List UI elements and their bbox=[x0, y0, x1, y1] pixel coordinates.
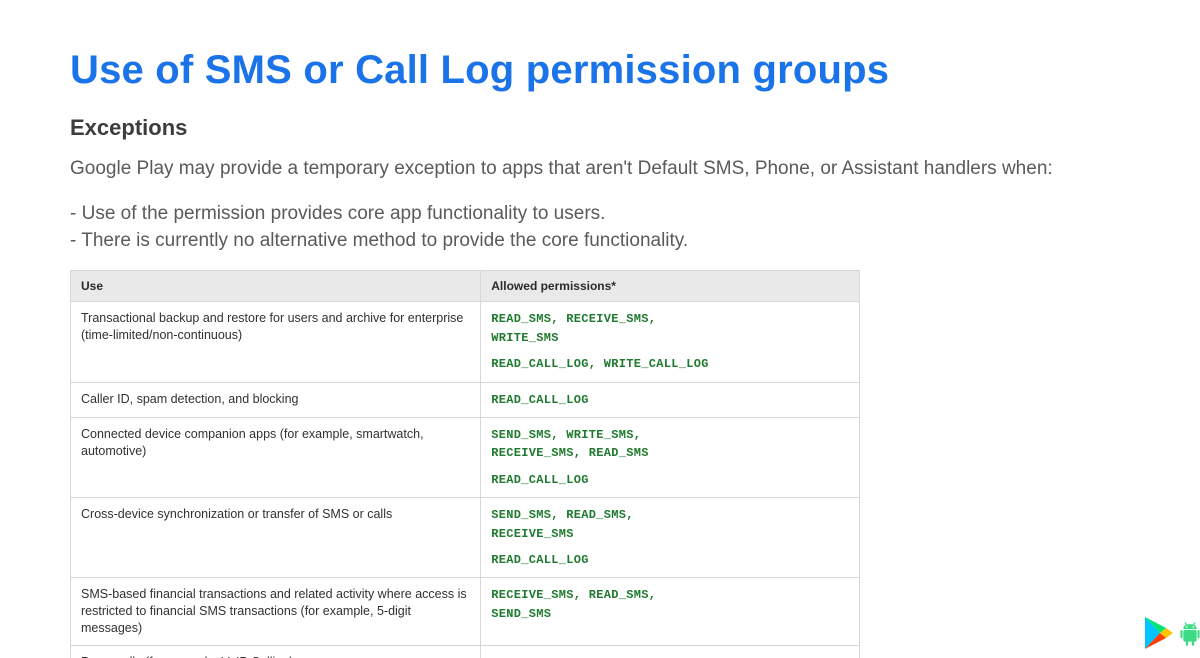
perm-cell: READ_CALL_LOG, WRITE_CALL_LOG,PROCESS_OU… bbox=[481, 646, 860, 658]
perm-cell: SEND_SMS, WRITE_SMS,RECEIVE_SMS, READ_SM… bbox=[481, 418, 860, 498]
permission-code: READ_SMS, RECEIVE_SMS,WRITE_SMS bbox=[491, 312, 656, 344]
use-cell: Transactional backup and restore for use… bbox=[71, 302, 481, 382]
corner-logos bbox=[1144, 616, 1200, 650]
table-row: Caller ID, spam detection, and blocking R… bbox=[71, 382, 860, 417]
intro-text: Google Play may provide a temporary exce… bbox=[70, 155, 1130, 183]
perm-cell: SEND_SMS, READ_SMS,RECEIVE_SMS READ_CALL_… bbox=[481, 498, 860, 578]
use-cell: Caller ID, spam detection, and blocking bbox=[71, 382, 481, 417]
slide-content: Use of SMS or Call Log permission groups… bbox=[0, 0, 1200, 658]
use-cell: Connected device companion apps (for exa… bbox=[71, 418, 481, 498]
perm-cell: READ_CALL_LOG bbox=[481, 382, 860, 417]
android-icon bbox=[1180, 620, 1200, 650]
perm-cell: READ_SMS, RECEIVE_SMS,WRITE_SMS READ_CALL… bbox=[481, 302, 860, 382]
permission-code: SEND_SMS, READ_SMS,RECEIVE_SMS bbox=[491, 508, 634, 540]
table-row: Transactional backup and restore for use… bbox=[71, 302, 860, 382]
table-header-row: Use Allowed permissions* bbox=[71, 271, 860, 302]
col-use-header: Use bbox=[71, 271, 481, 302]
col-perm-header: Allowed permissions* bbox=[481, 271, 860, 302]
play-store-icon bbox=[1144, 616, 1174, 650]
use-cell: Cross-device synchronization or transfer… bbox=[71, 498, 481, 578]
bullet-2: - There is currently no alternative meth… bbox=[70, 228, 1130, 255]
table-row: Cross-device synchronization or transfer… bbox=[71, 498, 860, 578]
table-row: SMS-based financial transactions and rel… bbox=[71, 578, 860, 646]
table-row: Connected device companion apps (for exa… bbox=[71, 418, 860, 498]
table-row: Proxy calls (for example, VoIP Calling)R… bbox=[71, 646, 860, 658]
permission-code: RECEIVE_SMS, READ_SMS,SEND_SMS bbox=[491, 588, 656, 620]
section-subtitle: Exceptions bbox=[70, 115, 1130, 141]
permission-code: SEND_SMS, WRITE_SMS,RECEIVE_SMS, READ_SM… bbox=[491, 428, 649, 460]
slide-title: Use of SMS or Call Log permission groups bbox=[70, 48, 1130, 93]
use-cell: Proxy calls (for example, VoIP Calling) bbox=[71, 646, 481, 658]
permission-code: READ_CALL_LOG bbox=[491, 473, 589, 487]
perm-cell: RECEIVE_SMS, READ_SMS,SEND_SMS bbox=[481, 578, 860, 646]
permission-code: READ_CALL_LOG bbox=[491, 553, 589, 567]
permission-code: READ_CALL_LOG bbox=[491, 393, 589, 407]
permission-code: READ_CALL_LOG, WRITE_CALL_LOG bbox=[491, 357, 709, 371]
use-cell: SMS-based financial transactions and rel… bbox=[71, 578, 481, 646]
exceptions-table: Use Allowed permissions* Transactional b… bbox=[70, 270, 860, 658]
bullet-1: - Use of the permission provides core ap… bbox=[70, 201, 1130, 228]
